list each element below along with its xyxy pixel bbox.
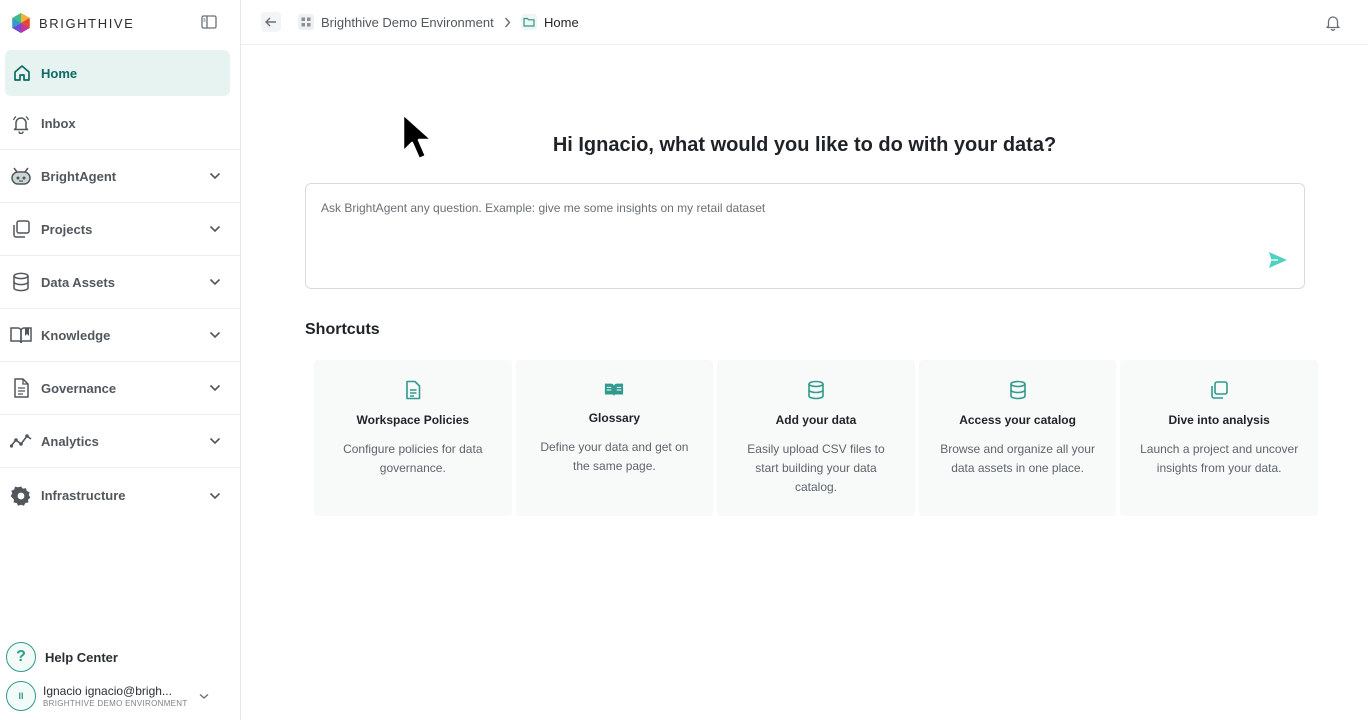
document-icon [9, 376, 33, 400]
notifications-button[interactable] [1324, 13, 1342, 31]
ask-input[interactable] [321, 198, 1251, 218]
send-icon [1269, 252, 1287, 268]
help-center-label: Help Center [45, 649, 118, 665]
sidebar-item-label: Governance [41, 380, 117, 396]
user-name: Ignacio ignacio@brigh... [43, 684, 172, 698]
shortcuts-title: Shortcuts [305, 321, 380, 338]
sidebar-item-knowledge[interactable]: Knowledge [0, 309, 240, 362]
book-icon [9, 323, 33, 347]
shortcuts-grid: Workspace Policies Configure policies fo… [314, 360, 1318, 516]
database-icon [806, 380, 826, 400]
shortcut-glossary[interactable]: Glossary Define your data and get on the… [515, 360, 714, 516]
sidebar-item-label: Home [41, 65, 78, 81]
sidebar-item-data-assets[interactable]: Data Assets [0, 256, 240, 309]
database-icon [1008, 380, 1028, 400]
page-greeting: Hi Ignacio, what would you like to do wi… [552, 134, 1057, 156]
shortcut-title: Add your data [775, 413, 857, 427]
shortcut-description: Launch a project and uncover insights fr… [1140, 442, 1299, 475]
chevron-down-icon[interactable] [207, 433, 223, 449]
sidebar-item-label: Knowledge [41, 327, 111, 343]
sidebar-item-label: Data Assets [41, 274, 115, 290]
projects-icon [9, 217, 33, 241]
shortcut-title: Glossary [588, 411, 641, 425]
help-icon: ? [6, 642, 36, 672]
chevron-down-icon[interactable] [207, 380, 223, 396]
brighthive-logo-icon [12, 13, 30, 33]
chevron-down-icon[interactable] [197, 689, 211, 703]
projects-icon [1209, 380, 1229, 400]
avatar: II [6, 681, 36, 711]
sidebar-item-label: Infrastructure [41, 488, 126, 503]
shortcut-add-your-data[interactable]: Add your data Easily upload CSV files to… [717, 360, 915, 516]
robot-icon [9, 164, 33, 188]
sidebar-item-label: Analytics [41, 433, 99, 449]
user-menu[interactable]: II Ignacio ignacio@brigh... BRIGHTHIVE D… [6, 680, 231, 712]
sidebar-item-governance[interactable]: Governance [0, 362, 240, 415]
sidebar-item-brightagent[interactable]: BrightAgent [0, 150, 240, 203]
sidebar-item-label: BrightAgent [41, 168, 117, 184]
sidebar-toggle-icon [201, 15, 217, 29]
shortcut-description: Easily upload CSV files to start buildin… [747, 442, 885, 494]
shortcut-title: Access your catalog [959, 413, 1076, 427]
sidebar: BRIGHTHIVE Home Inbox BrightAgent Projec… [0, 0, 241, 720]
gear-icon [9, 484, 33, 508]
sidebar-item-projects[interactable]: Projects [0, 203, 240, 256]
shortcut-description: Browse and organize all your data assets… [940, 442, 1095, 475]
folder-icon [521, 14, 537, 30]
back-button[interactable] [261, 12, 281, 32]
ask-box[interactable] [305, 183, 1305, 289]
help-center-link[interactable]: ? Help Center [6, 642, 118, 672]
workspace-grid-icon [298, 14, 314, 30]
chevron-down-icon[interactable] [207, 327, 223, 343]
document-icon [403, 380, 423, 400]
chevron-down-icon[interactable] [207, 274, 223, 290]
breadcrumb-workspace[interactable]: Brighthive Demo Environment [298, 12, 494, 32]
shortcut-access-your-catalog[interactable]: Access your catalog Browse and organize … [918, 360, 1117, 516]
sidebar-item-analytics[interactable]: Analytics [0, 415, 240, 468]
app-window: BRIGHTHIVE Home Inbox BrightAgent Projec… [0, 0, 1368, 720]
sidebar-item-label: Projects [41, 221, 93, 237]
shortcut-description: Define your data and get on the same pag… [540, 440, 689, 473]
breadcrumb-current[interactable]: Home [521, 12, 579, 32]
chevron-right-icon [501, 15, 513, 29]
chevron-down-icon[interactable] [207, 168, 223, 184]
sidebar-divider [0, 97, 240, 150]
shortcut-title: Dive into analysis [1168, 413, 1270, 427]
bell-icon [1326, 15, 1340, 31]
analytics-icon [9, 429, 33, 453]
send-button[interactable] [1267, 249, 1289, 271]
collapse-sidebar-button[interactable] [200, 13, 218, 31]
user-environment: BRIGHTHIVE DEMO ENVIRONMENT [43, 699, 188, 708]
sidebar-item-infrastructure[interactable]: Infrastructure [0, 469, 240, 522]
home-icon [10, 61, 34, 85]
arrow-left-icon [265, 17, 276, 27]
shortcut-dive-into-analysis[interactable]: Dive into analysis Launch a project and … [1120, 360, 1318, 516]
brand-name: BRIGHTHIVE [39, 15, 135, 31]
brand[interactable]: BRIGHTHIVE [10, 11, 134, 35]
breadcrumb-workspace-label: Brighthive Demo Environment [321, 14, 494, 30]
shortcut-description: Configure policies for data governance. [343, 442, 483, 475]
user-info: Ignacio ignacio@brigh... BRIGHTHIVE DEMO… [43, 684, 188, 708]
open-book-icon [604, 380, 624, 400]
breadcrumb-current-label: Home [544, 14, 579, 30]
chevron-down-icon[interactable] [207, 488, 223, 504]
chevron-down-icon[interactable] [207, 221, 223, 237]
shortcut-workspace-policies[interactable]: Workspace Policies Configure policies fo… [314, 360, 512, 516]
sidebar-item-home[interactable]: Home [5, 50, 230, 96]
shortcut-title: Workspace Policies [356, 413, 470, 427]
database-icon [9, 270, 33, 294]
top-bar: Brighthive Demo Environment Home [241, 0, 1368, 45]
